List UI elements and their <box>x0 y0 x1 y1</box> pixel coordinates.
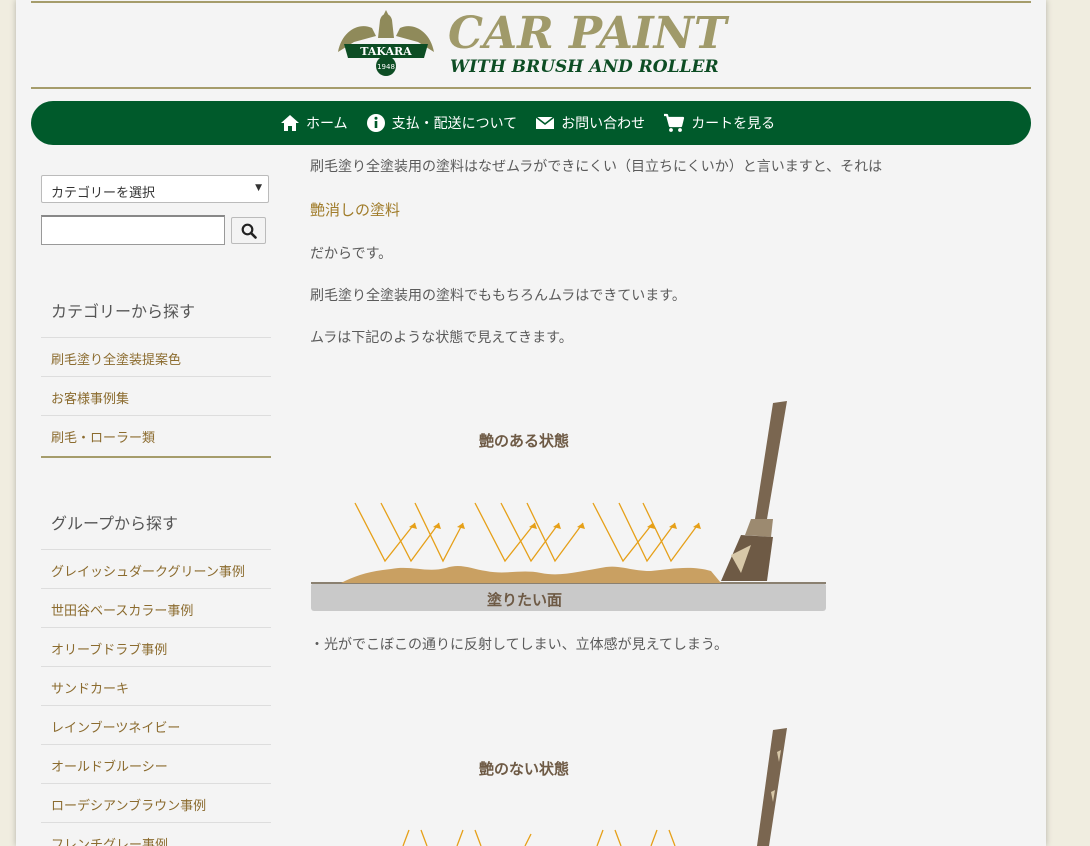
matte-reflection-illustration <box>402 728 787 846</box>
svg-text:1948: 1948 <box>377 63 395 71</box>
header-bottom-rule <box>31 87 1031 89</box>
paragraph-unevenness: 刷毛塗り全塗装用の塗料でももちろんムラはできています。 <box>310 288 686 304</box>
paragraph-reason: だからです。 <box>310 246 393 262</box>
search-icon <box>241 223 257 239</box>
nav-home[interactable]: ホーム <box>280 113 348 133</box>
category-list-divider <box>41 456 271 458</box>
category-select[interactable]: カテゴリーを選択 ▼ <box>41 175 269 203</box>
emphasis-matte-paint: 艶消しの塗料 <box>310 201 401 219</box>
paragraph-visible: ムラは下記のような状態で見えてきます。 <box>310 330 573 346</box>
cart-icon <box>664 113 685 132</box>
page-container: TAKARA 1948 CAR PAINT WITH BRUSH AND ROL… <box>16 0 1046 846</box>
glossy-reflection-illustration <box>311 401 826 611</box>
group-list: グレイッシュダークグリーン事例 世田谷ベースカラー事例 オリーブドラブ事例 サン… <box>41 549 271 846</box>
category-link[interactable]: お客様事例集 <box>41 376 271 415</box>
site-logo[interactable]: TAKARA 1948 CAR PAINT WITH BRUSH AND ROL… <box>332 8 752 80</box>
paint-brush-icon <box>757 728 787 846</box>
nav-home-label: ホーム <box>306 116 348 132</box>
diagram-matte: 艶のない状態 <box>311 722 831 846</box>
nav-cart[interactable]: カートを見る <box>663 113 775 133</box>
diagram-glossy-surface-label: 塗りたい面 <box>487 591 563 609</box>
nav-contact[interactable]: お問い合わせ <box>535 113 645 133</box>
category-link[interactable]: 刷毛塗り全塗装提案色 <box>41 337 271 376</box>
header-top-rule <box>31 1 1031 3</box>
group-link[interactable]: フレンチグレー事例 <box>41 822 271 846</box>
group-link[interactable]: オリーブドラブ事例 <box>41 627 271 666</box>
search-input[interactable] <box>41 215 225 245</box>
nav-cart-label: カートを見る <box>691 116 776 132</box>
mail-icon <box>535 116 555 129</box>
logo-tagline: WITH BRUSH AND ROLLER <box>450 57 719 77</box>
search-button[interactable] <box>231 217 266 244</box>
nav-payment-shipping[interactable]: 支払・配送について <box>366 113 518 133</box>
takara-emblem-icon: TAKARA 1948 <box>338 10 434 76</box>
logo-brand-text: CAR PAINT <box>448 8 727 59</box>
info-icon <box>366 114 385 132</box>
group-link[interactable]: レインブーツネイビー <box>41 705 271 744</box>
category-link[interactable]: 刷毛・ローラー類 <box>41 415 271 454</box>
chevron-down-icon: ▼ <box>255 183 262 193</box>
group-link[interactable]: サンドカーキ <box>41 666 271 705</box>
paint-brush-icon <box>721 401 787 581</box>
category-list: 刷毛塗り全塗装提案色 お客様事例集 刷毛・ローラー類 <box>41 337 271 454</box>
group-link[interactable]: 世田谷ベースカラー事例 <box>41 588 271 627</box>
main-navigation: ホーム 支払・配送について お問い合わせ カートを見る <box>31 101 1031 145</box>
nav-contact-label: お問い合わせ <box>561 116 646 132</box>
category-select-value: カテゴリーを選択 <box>51 186 156 201</box>
nav-payment-label: 支払・配送について <box>391 116 518 132</box>
group-link[interactable]: グレイッシュダークグリーン事例 <box>41 549 271 588</box>
home-icon <box>281 115 299 131</box>
group-heading: グループから探す <box>51 514 179 533</box>
group-link[interactable]: オールドブルーシー <box>41 744 271 783</box>
paragraph-intro: 刷毛塗り全塗装用の塗料はなぜムラができにくい（目立ちにくいか）と言いますと、それ… <box>310 159 883 175</box>
category-heading: カテゴリーから探す <box>51 302 196 321</box>
diagram-glossy: 艶のある状態 塗りたい面 <box>311 395 831 615</box>
caption-glossy: ・光がでこぼこの通りに反射してしまい、立体感が見えてしまう。 <box>310 637 729 653</box>
group-link[interactable]: ローデシアンブラウン事例 <box>41 783 271 822</box>
